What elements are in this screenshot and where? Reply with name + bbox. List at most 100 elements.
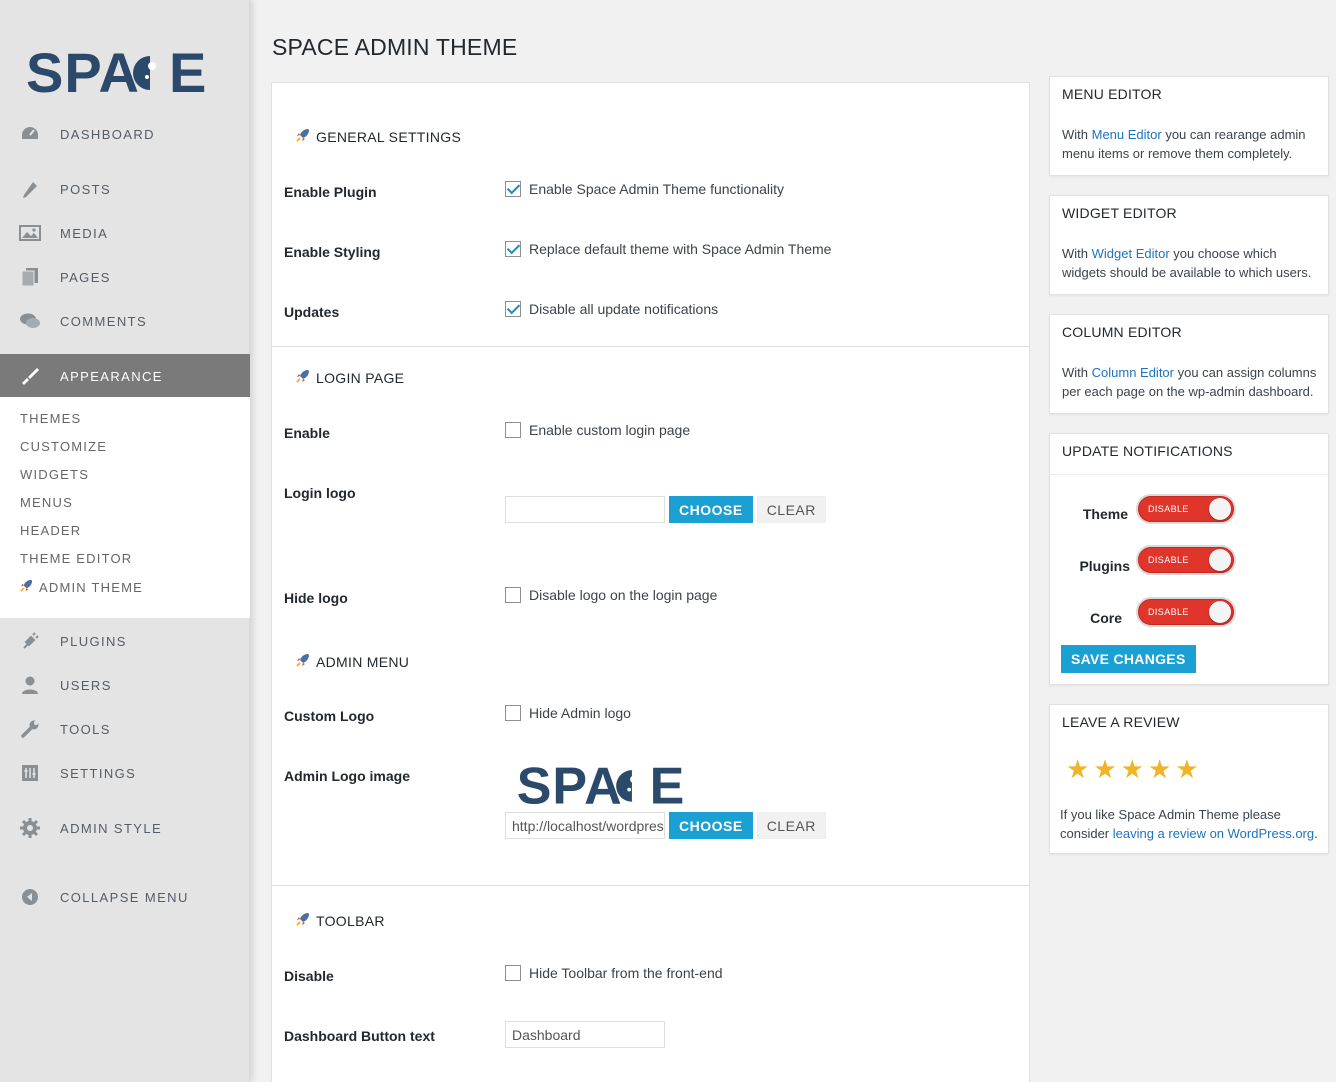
login-enable-field: Enable custom login page — [505, 422, 690, 438]
widget-editor-widget: WIDGET EDITOR With Widget Editor you cho… — [1049, 195, 1329, 295]
admin-logo-choose-button[interactable]: CHOOSE — [669, 812, 753, 839]
sidebar-item-label: DASHBOARD — [60, 126, 155, 142]
admin-logo-preview: SPA E — [510, 758, 700, 816]
disable-updates-checkbox[interactable] — [505, 301, 521, 317]
toggle-core-updates[interactable]: DISABLE — [1136, 597, 1236, 627]
sidebar-item-users[interactable]: USERS — [0, 663, 250, 707]
login-logo-input[interactable] — [505, 496, 665, 523]
rating-stars[interactable]: ★ ★ ★ ★ ★ — [1066, 756, 1199, 782]
login-logo-clear-button[interactable]: CLEAR — [756, 496, 826, 523]
toggle-plugins-updates[interactable]: DISABLE — [1136, 545, 1236, 575]
widget-text: If you like Space Admin Theme please con… — [1060, 807, 1318, 841]
settings-icon — [19, 762, 41, 784]
widget-title: LEAVE A REVIEW — [1062, 714, 1180, 730]
login-logo-choose-button[interactable]: CHOOSE — [669, 496, 753, 523]
sidebar-item-label: USERS — [60, 677, 112, 693]
sidebar-item-label: ADMIN STYLE — [60, 820, 163, 836]
toggle-theme-updates[interactable]: DISABLE — [1136, 494, 1236, 524]
toolbar-disable-field: Hide Toolbar from the front-end — [505, 965, 723, 981]
admin-logo-url-input[interactable]: http://localhost/wordpress — [505, 812, 665, 839]
sidebar-item-label: APPEARANCE — [60, 368, 163, 384]
toggle-plugins-label: Plugins — [1079, 558, 1130, 574]
enable-plugin-field: Enable Space Admin Theme functionality — [505, 181, 784, 197]
hide-login-logo-checkbox[interactable] — [505, 587, 521, 603]
sidebar-item-label: PLUGINS — [60, 633, 127, 649]
custom-login-checkbox[interactable] — [505, 422, 521, 438]
toggle-knob — [1209, 549, 1231, 571]
review-link[interactable]: leaving a review on WordPress.org — [1113, 826, 1314, 841]
star-icon: ★ — [1147, 754, 1172, 784]
rocket-icon — [20, 579, 33, 595]
login-logo-field: CHOOSE CLEAR — [505, 496, 826, 523]
rocket-icon — [296, 653, 310, 670]
rocket-icon — [296, 369, 310, 386]
enable-plugin-checkbox[interactable] — [505, 181, 521, 197]
svg-text:E: E — [169, 44, 206, 100]
sidebar-item-posts[interactable]: POSTS — [0, 167, 250, 211]
admin-logo-clear-button[interactable]: CLEAR — [756, 812, 826, 839]
sidebar-item-tools[interactable]: TOOLS — [0, 707, 250, 751]
toggle-theme-label: Theme — [1082, 506, 1128, 522]
sidebar-item-collapse-menu[interactable]: COLLAPSE MENU — [0, 875, 250, 919]
hide-admin-logo-checkbox[interactable] — [505, 705, 521, 721]
gear-icon — [19, 817, 41, 839]
pages-icon — [19, 266, 41, 288]
wrench-icon — [19, 718, 41, 740]
hide-toolbar-checkbox[interactable] — [505, 965, 521, 981]
widget-editor-link[interactable]: Widget Editor — [1092, 246, 1170, 261]
toggle-knob — [1209, 601, 1231, 623]
section-general-settings: GENERAL SETTINGS — [296, 128, 461, 145]
widget-text: With Menu Editor you can rearange admin … — [1062, 127, 1306, 161]
admin-sidebar: SPA E DASHBOARD POSTS MEDIA PAGES COMMEN… — [0, 0, 250, 1082]
sidebar-item-media[interactable]: MEDIA — [0, 211, 250, 255]
sidebar-item-dashboard[interactable]: DASHBOARD — [0, 112, 250, 156]
column-editor-link[interactable]: Column Editor — [1092, 365, 1174, 380]
enable-styling-checkbox[interactable] — [505, 241, 521, 257]
sidebar-item-admin-style[interactable]: ADMIN STYLE — [0, 806, 250, 850]
sidebar-item-settings[interactable]: SETTINGS — [0, 751, 250, 795]
submenu-themes[interactable]: THEMES — [20, 411, 81, 426]
submenu-customize[interactable]: CUSTOMIZE — [20, 439, 107, 454]
column-editor-widget: COLUMN EDITOR With Column Editor you can… — [1049, 314, 1329, 414]
dashboard-button-text-input[interactable]: Dashboard — [505, 1021, 665, 1048]
sidebar-item-label: SETTINGS — [60, 765, 137, 781]
submenu-header[interactable]: HEADER — [20, 523, 81, 538]
media-icon — [19, 222, 41, 244]
svg-text:SPA: SPA — [517, 759, 623, 811]
plug-icon — [19, 630, 41, 652]
hide-logo-field: Disable logo on the login page — [505, 587, 717, 603]
widget-title: WIDGET EDITOR — [1062, 205, 1177, 221]
dashboard-icon — [19, 123, 41, 145]
submenu-widgets[interactable]: WIDGETS — [20, 467, 89, 482]
sidebar-item-appearance[interactable]: APPEARANCE — [0, 354, 250, 398]
submenu-admin-theme[interactable]: ADMIN THEME — [20, 579, 143, 595]
appearance-submenu: THEMES CUSTOMIZE WIDGETS MENUS HEADER TH… — [0, 397, 250, 618]
submenu-theme-editor[interactable]: THEME EDITOR — [20, 551, 132, 566]
admin-logo-image-label: Admin Logo image — [284, 768, 410, 784]
rocket-icon — [296, 128, 310, 145]
sidebar-item-pages[interactable]: PAGES — [0, 255, 250, 299]
login-logo-label: Login logo — [284, 485, 356, 501]
widget-title: COLUMN EDITOR — [1062, 324, 1182, 340]
enable-styling-label: Enable Styling — [284, 244, 381, 260]
star-icon: ★ — [1066, 754, 1090, 784]
section-admin-menu: ADMIN MENU — [296, 653, 409, 670]
submenu-menus[interactable]: MENUS — [20, 495, 73, 510]
sidebar-item-label: COMMENTS — [60, 313, 148, 329]
sidebar-item-label: TOOLS — [60, 721, 111, 737]
sidebar-item-plugins[interactable]: PLUGINS — [0, 619, 250, 663]
space-logo[interactable]: SPA E — [26, 44, 216, 100]
widget-text: With Widget Editor you choose which widg… — [1062, 246, 1312, 280]
svg-text:E: E — [650, 759, 685, 811]
dashboard-button-text-label: Dashboard Button text — [284, 1028, 435, 1044]
enable-styling-field: Replace default theme with Space Admin T… — [505, 241, 831, 257]
rocket-icon — [296, 912, 310, 929]
page-title: SPACE ADMIN THEME — [272, 34, 518, 60]
menu-editor-link[interactable]: Menu Editor — [1092, 127, 1162, 142]
sidebar-item-label: MEDIA — [60, 225, 109, 241]
save-changes-button[interactable]: SAVE CHANGES — [1061, 645, 1196, 673]
toggle-core-label: Core — [1090, 610, 1122, 626]
sidebar-item-comments[interactable]: COMMENTS — [0, 299, 250, 343]
updates-label: Updates — [284, 304, 340, 320]
divider — [1050, 474, 1328, 475]
